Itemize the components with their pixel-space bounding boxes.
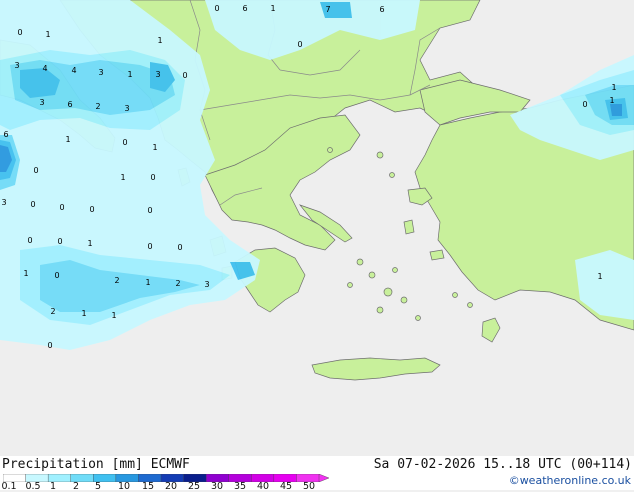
precip-value: 4 — [42, 64, 47, 73]
precip-value: 1 — [270, 4, 275, 13]
precip-value: 1 — [120, 173, 125, 182]
precip-value: 2 — [114, 276, 119, 285]
precipitation-map: 0 6 1 7 6 0 1 1 0 3 4 4 3 1 3 0 3 6 2 3 … — [0, 0, 634, 456]
legend-tick: 50 — [302, 481, 316, 492]
precip-value: 1 — [65, 135, 70, 144]
precip-value: 1 — [81, 309, 86, 318]
precip-value: 3 — [155, 70, 160, 79]
precip-very-strong — [610, 104, 622, 116]
precip-value: 0 — [54, 271, 59, 280]
legend-tick: 0.1 — [1, 481, 17, 492]
precip-value: 6 — [242, 4, 247, 13]
precip-value: 0 — [297, 40, 302, 49]
island — [415, 315, 421, 321]
island — [400, 296, 408, 304]
island — [389, 172, 395, 178]
precip-value: 3 — [98, 68, 103, 77]
precip-value: 0 — [47, 341, 52, 350]
precip-value: 0 — [147, 242, 152, 251]
precip-value: 3 — [204, 280, 209, 289]
legend-tick: 0.5 — [25, 481, 41, 492]
precip-value: 3 — [1, 198, 6, 207]
precip-value: 0 — [30, 200, 35, 209]
precip-value: 1 — [23, 269, 28, 278]
legend-tick: 1 — [49, 481, 57, 492]
precip-value: 0 — [27, 236, 32, 245]
credit-link[interactable]: ©weatheronline.co.uk — [509, 474, 631, 487]
island — [356, 258, 364, 266]
precip-value: 0 — [150, 173, 155, 182]
precip-value: 7 — [325, 5, 330, 14]
precip-value: 6 — [379, 5, 384, 14]
map-title: Precipitation [mm] ECMWF — [2, 457, 190, 472]
precip-value: 1 — [45, 30, 50, 39]
precip-value: 1 — [111, 311, 116, 320]
chios — [403, 219, 415, 235]
island — [376, 306, 384, 314]
precip-value: 0 — [214, 4, 219, 13]
legend-tick: 45 — [279, 481, 293, 492]
precip-value: 3 — [39, 98, 44, 107]
precip-value: 0 — [59, 203, 64, 212]
precip-value: 0 — [89, 205, 94, 214]
precip-value: 6 — [67, 100, 72, 109]
legend-tick: 15 — [141, 481, 155, 492]
precip-value: 0 — [57, 237, 62, 246]
precip-value: 4 — [71, 66, 76, 75]
precip-value: 1 — [152, 143, 157, 152]
precip-value: 3 — [124, 104, 129, 113]
island — [327, 147, 333, 153]
island — [347, 282, 353, 288]
map-footer: Precipitation [mm] ECMWF Sa 07-02-2026 1… — [0, 456, 634, 492]
island — [392, 267, 398, 273]
precip-value: 3 — [14, 61, 19, 70]
samos — [429, 249, 445, 261]
legend-tick: 5 — [94, 481, 102, 492]
legend-tick: 40 — [256, 481, 270, 492]
precip-value: 1 — [157, 36, 162, 45]
island — [376, 151, 384, 159]
precip-value: 2 — [95, 102, 100, 111]
precip-value: 1 — [597, 272, 602, 281]
legend-tick: 30 — [210, 481, 224, 492]
island — [383, 287, 393, 297]
site-credit[interactable]: ©weatheronline.co.uk — [509, 474, 631, 487]
forecast-valid-time: Sa 07-02-2026 15..18 UTC (00+114) — [373, 457, 632, 472]
precip-value: 0 — [33, 166, 38, 175]
island — [452, 292, 458, 298]
legend-tick: 35 — [233, 481, 247, 492]
precip-value: 1 — [127, 70, 132, 79]
precip-value: 2 — [50, 307, 55, 316]
legend-tick: 2 — [72, 481, 80, 492]
precip-value: 1 — [609, 96, 614, 105]
precip-value: 0 — [17, 28, 22, 37]
precip-value: 0 — [182, 71, 187, 80]
legend-tick: 20 — [164, 481, 178, 492]
precip-value: 0 — [147, 206, 152, 215]
precip-value: 1 — [87, 239, 92, 248]
legend-tick: 10 — [117, 481, 131, 492]
precip-value: 0 — [582, 100, 587, 109]
legend-tick: 25 — [187, 481, 201, 492]
island — [368, 271, 376, 279]
precip-value: 2 — [175, 279, 180, 288]
precip-value: 1 — [611, 83, 616, 92]
precip-value: 1 — [145, 278, 150, 287]
precip-value: 0 — [122, 138, 127, 147]
island — [467, 302, 473, 308]
precip-value: 6 — [3, 130, 8, 139]
precip-value: 0 — [177, 243, 182, 252]
